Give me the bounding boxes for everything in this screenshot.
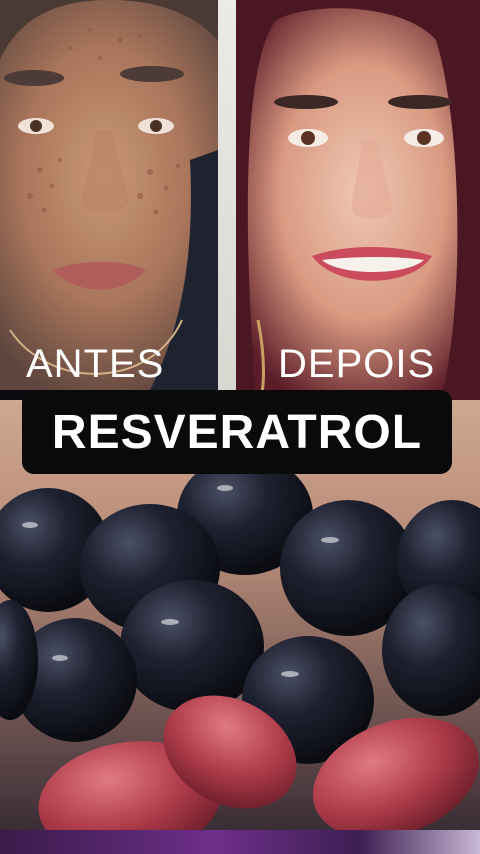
- after-caption: DEPOIS: [278, 342, 436, 386]
- before-caption: ANTES: [26, 342, 165, 386]
- photo-divider: [218, 0, 236, 400]
- bottom-strip: [0, 830, 480, 854]
- after-photo: DEPOIS: [236, 0, 480, 400]
- before-face-illustration: [0, 0, 218, 390]
- title-banner: RESVERATROL: [22, 390, 452, 474]
- before-photo: ANTES: [0, 0, 218, 390]
- after-face-illustration: [236, 0, 480, 400]
